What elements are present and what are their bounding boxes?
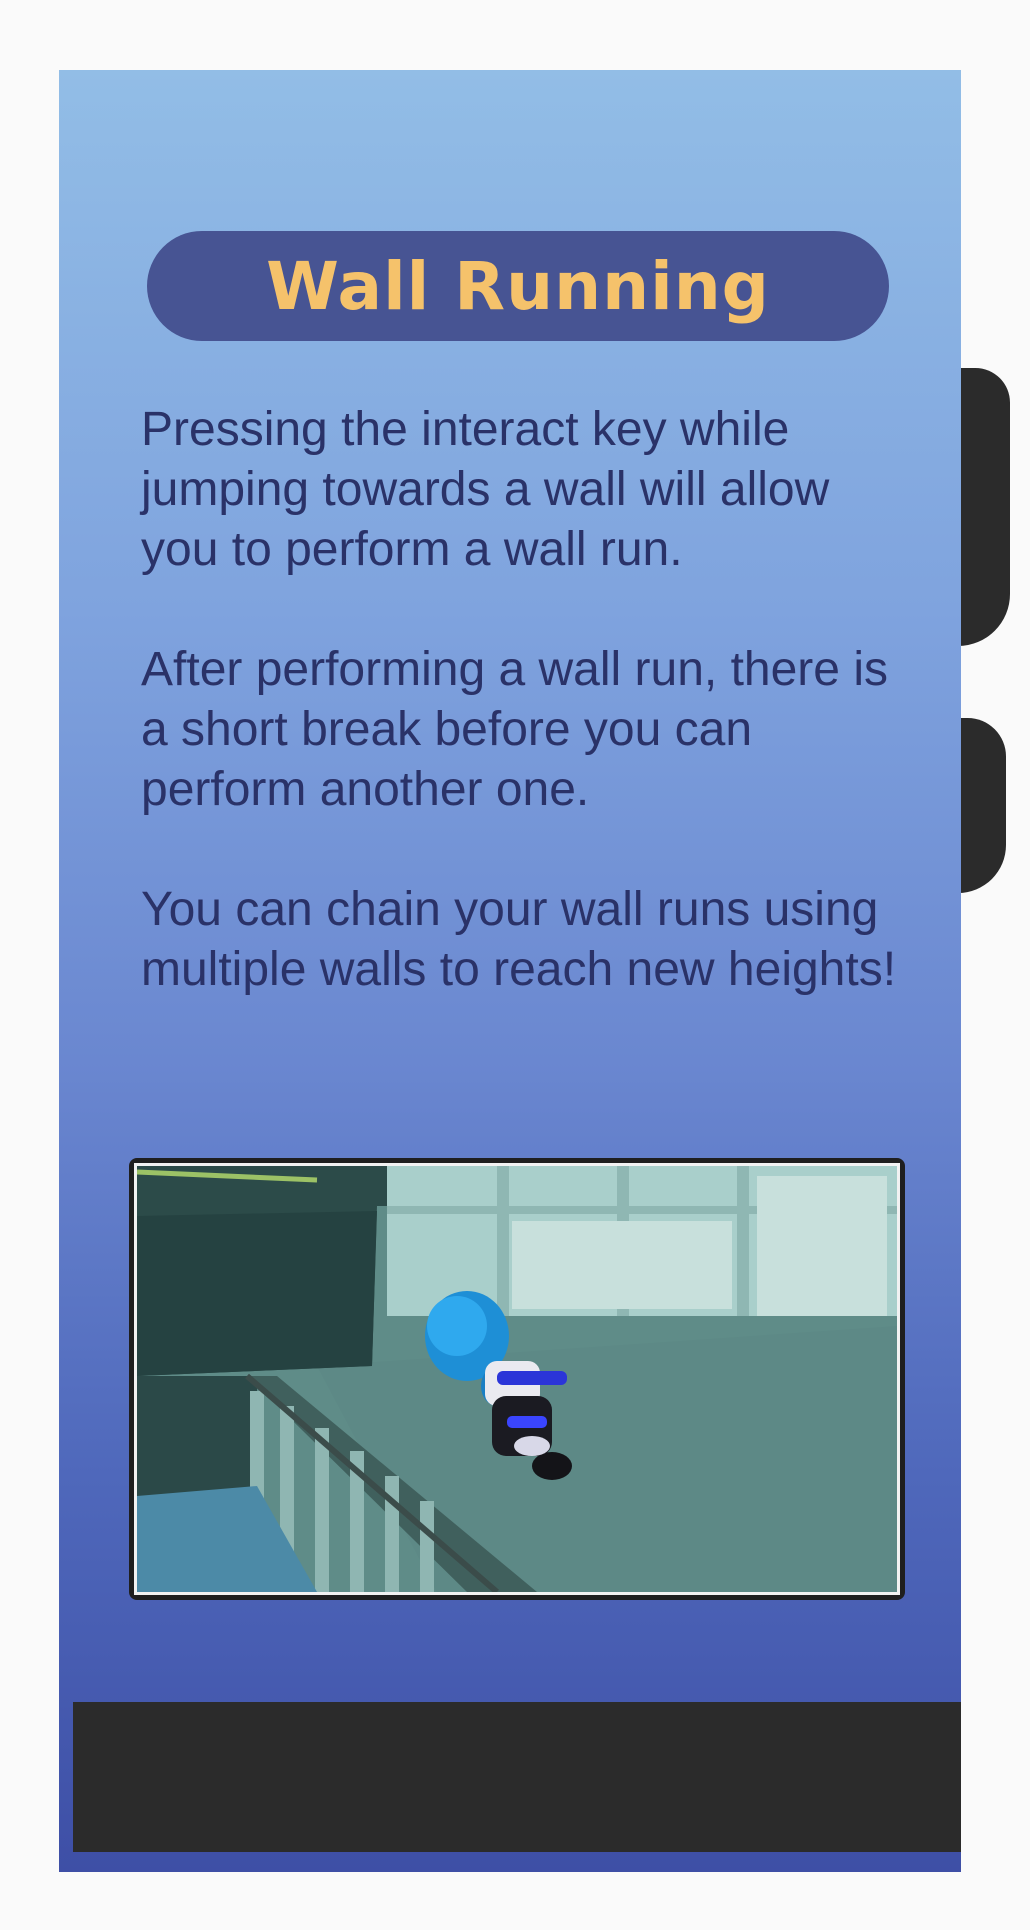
- page-title: Wall Running: [266, 247, 770, 325]
- tutorial-panel: Wall Running Pressing the interact key w…: [59, 70, 961, 1872]
- gameplay-screenshot-frame: [129, 1158, 905, 1600]
- paragraph-3: You can chain your wall runs using multi…: [141, 883, 897, 996]
- tutorial-description: Pressing the interact key while jumping …: [141, 400, 911, 1000]
- side-tab-lower[interactable]: [958, 718, 1006, 893]
- paragraph-2: After performing a wall run, there is a …: [141, 643, 888, 816]
- gameplay-screenshot: [134, 1163, 900, 1595]
- bottom-bar: [73, 1702, 961, 1852]
- paragraph-1: Pressing the interact key while jumping …: [141, 403, 830, 576]
- side-tab-upper[interactable]: [958, 368, 1010, 646]
- title-banner: Wall Running: [147, 231, 889, 341]
